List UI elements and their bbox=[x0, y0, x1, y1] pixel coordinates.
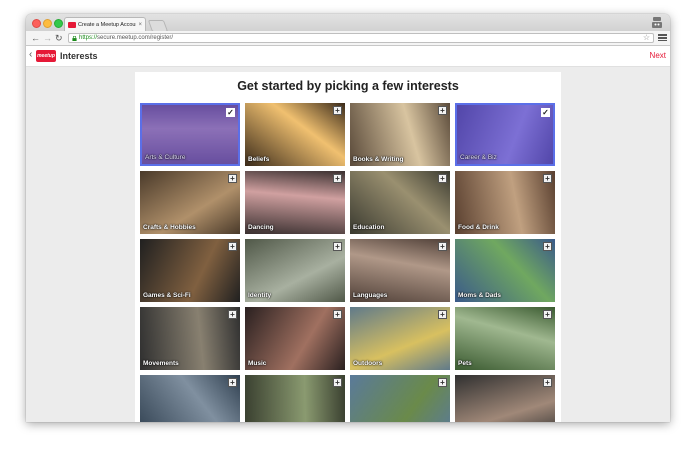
interest-tile[interactable]: + Outdoors bbox=[350, 307, 450, 370]
forward-arrow-icon[interactable]: → bbox=[43, 32, 52, 44]
plus-icon[interactable]: + bbox=[543, 310, 552, 319]
interest-label: Crafts & Hobbies bbox=[143, 224, 196, 231]
interest-label: Food & Drink bbox=[458, 224, 499, 231]
interest-tile[interactable]: + Beliefs bbox=[245, 103, 345, 166]
interest-label: Movements bbox=[143, 360, 179, 367]
plus-icon[interactable]: + bbox=[438, 378, 447, 387]
interest-label: Arts & Culture bbox=[145, 154, 186, 161]
interest-tile[interactable]: + Moms & Dads bbox=[455, 239, 555, 302]
interest-tile[interactable]: ✓ Career & Biz bbox=[455, 103, 555, 166]
interest-tile[interactable]: + Music bbox=[245, 307, 345, 370]
bookmark-star-icon[interactable]: ☆ bbox=[643, 33, 650, 42]
minimize-window-button[interactable] bbox=[43, 19, 52, 28]
plus-icon[interactable]: + bbox=[333, 310, 342, 319]
interest-label: Languages bbox=[353, 292, 388, 299]
interest-tile[interactable]: + Games & Sci-Fi bbox=[140, 239, 240, 302]
interest-tile[interactable]: + bbox=[350, 375, 450, 422]
tab-close-icon[interactable]: × bbox=[138, 22, 142, 28]
plus-icon[interactable]: + bbox=[438, 242, 447, 251]
plus-icon[interactable]: + bbox=[228, 174, 237, 183]
interest-tile[interactable]: + bbox=[455, 375, 555, 422]
zoom-window-button[interactable] bbox=[54, 19, 63, 28]
address-bar[interactable]: https:// secure.meetup.com/register/ ☆ bbox=[68, 33, 654, 43]
interests-heading: Get started by picking a few interests bbox=[237, 79, 459, 93]
interest-label: Identity bbox=[248, 292, 272, 299]
checkmark-icon[interactable]: ✓ bbox=[226, 108, 235, 117]
interest-tile[interactable]: + Movements bbox=[140, 307, 240, 370]
plus-icon[interactable]: + bbox=[543, 174, 552, 183]
plus-icon[interactable]: + bbox=[228, 242, 237, 251]
interest-label: Dancing bbox=[248, 224, 274, 231]
browser-tab[interactable]: Create a Meetup Account × bbox=[64, 17, 146, 31]
interest-photo bbox=[140, 375, 240, 422]
plus-icon[interactable]: + bbox=[333, 242, 342, 251]
menu-icon[interactable] bbox=[658, 33, 667, 42]
page-viewport: ‹ meetup Interests Next Get started by p… bbox=[26, 46, 670, 422]
lock-icon bbox=[72, 35, 77, 41]
meetup-favicon-icon bbox=[68, 21, 76, 28]
interest-tile[interactable]: ✓ Arts & Culture bbox=[140, 103, 240, 166]
back-arrow-icon[interactable]: ← bbox=[31, 32, 40, 44]
interest-label: Beliefs bbox=[248, 156, 270, 163]
plus-icon[interactable]: + bbox=[333, 174, 342, 183]
interest-label: Music bbox=[248, 360, 267, 367]
interest-tile[interactable]: + bbox=[140, 375, 240, 422]
page-header: ‹ meetup Interests Next bbox=[26, 46, 670, 67]
interest-tile[interactable]: + Books & Writing bbox=[350, 103, 450, 166]
interest-tile[interactable]: + Crafts & Hobbies bbox=[140, 171, 240, 234]
checkmark-icon[interactable]: ✓ bbox=[541, 108, 550, 117]
title-bar: Create a Meetup Account × bbox=[26, 14, 670, 32]
plus-icon[interactable]: + bbox=[333, 378, 342, 387]
meetup-logo[interactable]: meetup bbox=[36, 50, 56, 62]
tab-title: Create a Meetup Account bbox=[78, 21, 137, 28]
interest-tile[interactable]: + Pets bbox=[455, 307, 555, 370]
plus-icon[interactable]: + bbox=[228, 378, 237, 387]
interest-label: Outdoors bbox=[353, 360, 383, 367]
interest-tile[interactable]: + bbox=[245, 375, 345, 422]
interest-label: Games & Sci-Fi bbox=[143, 292, 191, 299]
url-scheme: https:// bbox=[79, 35, 98, 41]
plus-icon[interactable]: + bbox=[543, 378, 552, 387]
interest-tile[interactable]: + Dancing bbox=[245, 171, 345, 234]
interest-tile[interactable]: + Food & Drink bbox=[455, 171, 555, 234]
interest-tile[interactable]: + Education bbox=[350, 171, 450, 234]
url-path: secure.meetup.com/register/ bbox=[97, 35, 174, 41]
plus-icon[interactable]: + bbox=[333, 106, 342, 115]
interest-label: Education bbox=[353, 224, 385, 231]
interest-label: Moms & Dads bbox=[458, 292, 501, 299]
interest-photo bbox=[350, 375, 450, 422]
interest-label: Books & Writing bbox=[353, 156, 404, 163]
interest-photo bbox=[455, 375, 555, 422]
back-chevron-icon[interactable]: ‹ bbox=[29, 49, 32, 60]
interest-label: Pets bbox=[458, 360, 472, 367]
plus-icon[interactable]: + bbox=[228, 310, 237, 319]
interest-tile[interactable]: + Languages bbox=[350, 239, 450, 302]
interest-photo bbox=[245, 375, 345, 422]
next-button[interactable]: Next bbox=[650, 51, 666, 60]
plus-icon[interactable]: + bbox=[438, 174, 447, 183]
interest-tile[interactable]: + Identity bbox=[245, 239, 345, 302]
browser-window: Create a Meetup Account × ← → ↻ https://… bbox=[26, 14, 670, 422]
plus-icon[interactable]: + bbox=[543, 242, 552, 251]
page-title: Interests bbox=[60, 51, 98, 61]
close-window-button[interactable] bbox=[32, 19, 41, 28]
plus-icon[interactable]: + bbox=[438, 310, 447, 319]
plus-icon[interactable]: + bbox=[438, 106, 447, 115]
interests-panel: Get started by picking a few interests ✓… bbox=[135, 72, 561, 422]
profile-icon[interactable] bbox=[652, 17, 662, 28]
reload-icon[interactable]: ↻ bbox=[55, 32, 63, 44]
browser-toolbar: ← → ↻ https:// secure.meetup.com/registe… bbox=[26, 31, 670, 46]
interest-label: Career & Biz bbox=[460, 154, 497, 161]
